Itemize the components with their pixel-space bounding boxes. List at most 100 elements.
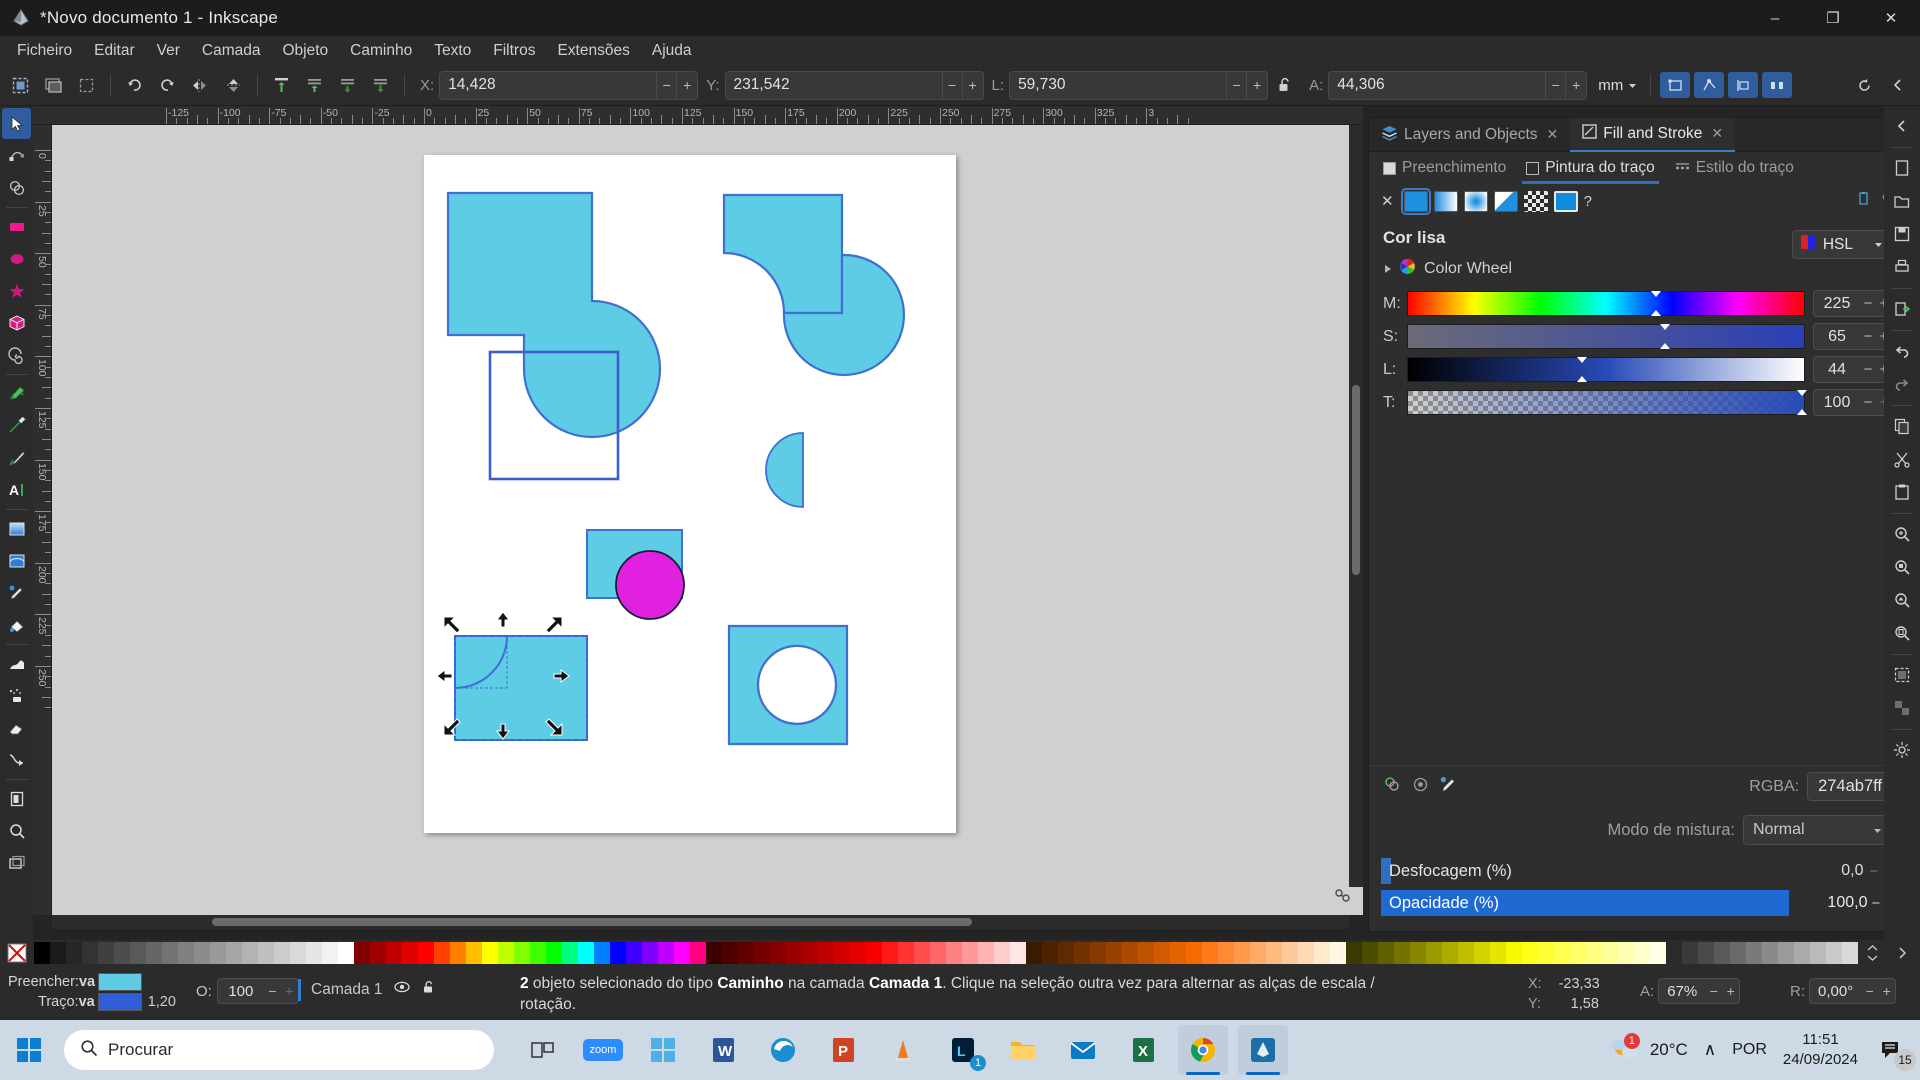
notifications-button[interactable]: 15 [1874, 1033, 1916, 1071]
save-document-icon[interactable] [1887, 218, 1917, 249]
toolbar-overflow-icon[interactable] [1882, 70, 1913, 101]
palette-swatch[interactable] [1794, 942, 1810, 964]
flip-vertical-icon[interactable] [218, 70, 249, 101]
palette-swatch[interactable] [1154, 942, 1170, 964]
paint-flat-color-icon[interactable] [1400, 187, 1431, 215]
alpha-slider-track[interactable] [1407, 390, 1807, 415]
preferences-icon[interactable] [1887, 734, 1917, 765]
horizontal-ruler[interactable]: -125 -100 -75 -50 -25 0 25 50 75 100 125 150 175 200 2… [33, 106, 1363, 125]
palette-swatch[interactable] [402, 942, 418, 964]
palette-swatch[interactable] [146, 942, 162, 964]
clipboard-paint-icon[interactable] [1855, 190, 1872, 212]
snap-nodes-icon[interactable] [1694, 72, 1725, 98]
tool-spray[interactable] [2, 680, 31, 711]
palette-swatch[interactable] [1618, 942, 1634, 964]
palette-swatch[interactable] [866, 942, 882, 964]
lightness-marker-top[interactable] [1577, 357, 1588, 363]
flip-horizontal-icon[interactable] [185, 70, 216, 101]
eyedropper-icon[interactable] [1439, 775, 1458, 799]
palette-swatch[interactable] [1122, 942, 1138, 964]
palette-swatch[interactable] [1762, 942, 1778, 964]
tool-measure[interactable] [2, 847, 31, 878]
taskbar-search[interactable]: Procurar [64, 1030, 494, 1070]
rotate-cw-90-icon[interactable] [152, 70, 183, 101]
group-icon[interactable] [1887, 659, 1917, 690]
palette-swatch[interactable] [610, 942, 626, 964]
palette-swatch[interactable] [658, 942, 674, 964]
palette-swatch[interactable] [1698, 942, 1714, 964]
palette-swatch[interactable] [1554, 942, 1570, 964]
select-all-icon[interactable] [5, 70, 36, 101]
opacity-row[interactable]: Opacidade (%) 100,0 − + [1369, 889, 1907, 917]
palette-swatches[interactable] [34, 942, 1858, 964]
zoom-in-icon[interactable] [1887, 518, 1917, 549]
palette-swatch[interactable] [322, 942, 338, 964]
alpha-marker-top[interactable] [1797, 390, 1807, 396]
height-spinner[interactable]: − + [1328, 70, 1588, 100]
lower-to-bottom-icon[interactable] [365, 70, 396, 101]
dock-tab-close-icon[interactable]: ✕ [1711, 125, 1723, 142]
palette-swatch[interactable] [1234, 942, 1250, 964]
tray-chevron-up-icon[interactable]: ∧ [1704, 1040, 1716, 1060]
menu-extensoes[interactable]: Extensões [546, 38, 640, 64]
palette-swatch[interactable] [1410, 942, 1426, 964]
y-input[interactable] [725, 71, 942, 99]
color-palette[interactable] [0, 940, 1920, 966]
palette-swatch[interactable] [994, 942, 1010, 964]
palette-swatch[interactable] [1602, 942, 1618, 964]
palette-swatch[interactable] [914, 942, 930, 964]
palette-swatch[interactable] [722, 942, 738, 964]
word-icon[interactable]: W [698, 1025, 748, 1075]
lightness-decrement[interactable]: − [1860, 361, 1876, 378]
palette-swatch[interactable] [434, 942, 450, 964]
object-opacity-decrement[interactable]: − [264, 983, 281, 999]
mail-icon[interactable] [1058, 1025, 1108, 1075]
reset-toolbar-icon[interactable] [1849, 70, 1880, 101]
palette-swatch[interactable] [754, 942, 770, 964]
palette-swatch[interactable] [66, 942, 82, 964]
y-spinner[interactable]: − + [724, 70, 984, 100]
palette-swatch[interactable] [1074, 942, 1090, 964]
palette-swatch[interactable] [930, 942, 946, 964]
palette-swatch[interactable] [738, 942, 754, 964]
rgba-value[interactable]: 274ab7ff [1807, 772, 1893, 801]
palette-swatch[interactable] [1218, 942, 1234, 964]
zoom-decrement[interactable]: − [1705, 983, 1722, 999]
palette-swatch[interactable] [1282, 942, 1298, 964]
hue-slider-track[interactable] [1407, 291, 1805, 316]
clock[interactable]: 11:51 24/09/2024 [1783, 1030, 1858, 1071]
palette-swatch[interactable] [1314, 942, 1330, 964]
palette-swatch[interactable] [226, 942, 242, 964]
palette-swatch[interactable] [690, 942, 706, 964]
palette-swatch[interactable] [1330, 942, 1346, 964]
palette-swatch[interactable] [418, 942, 434, 964]
tab-estilo-do-traco[interactable]: Estilo do traço [1667, 155, 1802, 181]
palette-swatch[interactable] [1842, 942, 1858, 964]
canvas-area[interactable] [52, 125, 1363, 915]
tool-node-editor[interactable] [2, 140, 31, 171]
palette-swatch[interactable] [802, 942, 818, 964]
width-input[interactable] [1010, 71, 1227, 99]
snap-indicator-icon[interactable] [1333, 886, 1353, 911]
task-view-icon[interactable] [518, 1025, 568, 1075]
palette-swatch[interactable] [1810, 942, 1826, 964]
menu-ajuda[interactable]: Ajuda [641, 38, 703, 64]
zoom-selection-icon[interactable] [1887, 551, 1917, 582]
palette-swatch[interactable] [1778, 942, 1794, 964]
width-increment[interactable]: + [1247, 72, 1267, 99]
chrome-icon[interactable] [1178, 1025, 1228, 1075]
tool-zoom[interactable] [2, 815, 31, 846]
saturation-marker-top[interactable] [1660, 324, 1671, 330]
palette-swatch[interactable] [674, 942, 690, 964]
palette-swatch[interactable] [1506, 942, 1522, 964]
palette-swatch[interactable] [1730, 942, 1746, 964]
undo-icon[interactable] [1887, 335, 1917, 366]
unit-select[interactable]: mm [1593, 74, 1643, 97]
palette-swatch[interactable] [194, 942, 210, 964]
palette-swatch[interactable] [1362, 942, 1378, 964]
y-decrement[interactable]: − [943, 71, 963, 99]
palette-swatch[interactable] [306, 942, 322, 964]
saturation-numbox[interactable]: 65 − + [1813, 323, 1893, 350]
x-increment[interactable]: + [677, 72, 697, 99]
lower-icon[interactable] [332, 70, 363, 101]
